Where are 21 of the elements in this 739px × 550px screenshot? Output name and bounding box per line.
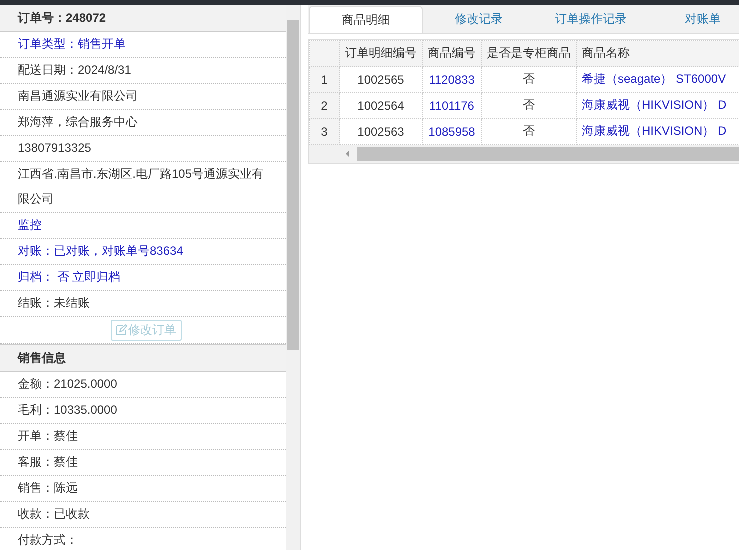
row-number: 2 — [310, 92, 340, 118]
panel-title: 订单号：248072 — [0, 5, 286, 32]
tab[interactable]: 订单操作记录 — [535, 6, 647, 33]
column-header[interactable]: 商品编号 — [422, 40, 482, 66]
section-title: 销售信息 — [0, 344, 286, 372]
tab[interactable]: 商品明细 — [309, 6, 423, 33]
table-cell: 1002565 — [340, 66, 422, 92]
edit-icon — [116, 324, 128, 336]
table-cell: 否 — [482, 66, 576, 92]
table-cell: 否 — [482, 92, 576, 118]
tab[interactable]: 修改记录 — [423, 6, 535, 33]
product-link[interactable]: 1101176 — [422, 92, 482, 118]
table-cell: 1002564 — [340, 92, 422, 118]
column-header[interactable]: 是否是专柜商品 — [482, 40, 576, 66]
column-header[interactable]: 商品名称 — [576, 40, 739, 66]
column-header[interactable]: 订单明细编号 — [340, 40, 422, 66]
tab[interactable]: 对账单 — [647, 6, 739, 33]
horizontal-scrollbar[interactable] — [309, 145, 739, 163]
product-link[interactable]: 1120833 — [422, 66, 482, 92]
row-number: 1 — [310, 66, 340, 92]
row-number: 3 — [310, 118, 340, 144]
